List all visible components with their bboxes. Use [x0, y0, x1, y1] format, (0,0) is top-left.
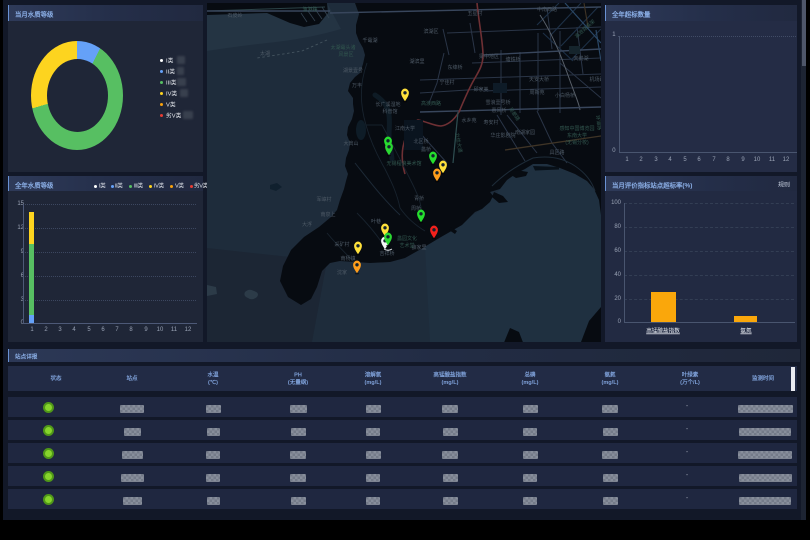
svg-text:高浪路高架: 高浪路高架	[573, 18, 596, 40]
svg-text:湖滨里: 湖滨里	[409, 58, 424, 65]
svg-text:惠风桥: 惠风桥	[491, 107, 506, 114]
svg-text:吉祥桥: 吉祥桥	[379, 250, 394, 257]
svg-text:邱家美: 邱家美	[473, 86, 488, 93]
svg-text:感知中国博览园: 感知中国博览园	[559, 125, 594, 132]
svg-text:天安大桥: 天安大桥	[529, 76, 549, 83]
svg-text:塘铁桥: 塘铁桥	[505, 56, 520, 63]
svg-text:渔港路: 渔港路	[302, 6, 317, 13]
svg-text:宁佳村: 宁佳村	[439, 79, 454, 86]
svg-text:南杨镇: 南杨镇	[340, 255, 355, 262]
svg-text:北区桥: 北区桥	[413, 138, 428, 145]
svg-text:江南大学: 江南大学	[395, 125, 415, 132]
svg-text:无锡程浪美术馆: 无锡程浪美术馆	[386, 160, 421, 167]
svg-text:环湖路: 环湖路	[594, 115, 601, 131]
svg-text:小白杨桥: 小白杨桥	[555, 92, 575, 99]
svg-text:(无锡分校): (无锡分校)	[565, 139, 589, 146]
svg-text:滨湖区: 滨湖区	[423, 28, 438, 35]
svg-text:立信大通: 立信大通	[453, 132, 463, 153]
svg-text:万丰: 万丰	[352, 82, 362, 89]
svg-text:东绛桥: 东绛桥	[447, 64, 462, 71]
svg-text:中南西路: 中南西路	[537, 6, 557, 13]
svg-text:蠡桥: 蠡桥	[421, 146, 431, 153]
svg-text:蠡园文化: 蠡园文化	[397, 235, 417, 242]
svg-text:军嶂村: 军嶂村	[316, 196, 331, 203]
svg-text:风景区: 风景区	[338, 51, 353, 58]
svg-text:吴都路: 吴都路	[507, 106, 521, 122]
svg-text:南泉上: 南泉上	[320, 211, 335, 218]
svg-text:华庄影剧院: 华庄影剧院	[490, 132, 515, 139]
svg-text:艺术堂: 艺术堂	[399, 242, 414, 249]
svg-text:五星村: 五星村	[467, 10, 482, 17]
svg-text:寿安村: 寿安村	[483, 119, 498, 126]
svg-text:叶巷: 叶巷	[371, 218, 381, 225]
svg-text:长广溪湿地: 长广溪湿地	[375, 101, 400, 108]
svg-text:石皮岭: 石皮岭	[227, 12, 242, 19]
svg-text:采矿村: 采矿村	[334, 241, 349, 248]
svg-text:南湖家园: 南湖家园	[515, 129, 535, 136]
svg-text:大箕山: 大箕山	[343, 140, 358, 147]
svg-text:水乡苑: 水乡苑	[461, 117, 476, 124]
svg-text:雪浪壹号桥: 雪浪壹号桥	[485, 99, 510, 106]
svg-text:周新苑: 周新苑	[529, 89, 544, 96]
svg-text:青桥: 青桥	[414, 195, 424, 202]
svg-text:千鼋湖: 千鼋湖	[362, 37, 377, 44]
svg-text:天鹅湖: 天鹅湖	[573, 55, 588, 62]
svg-text:机场路: 机场路	[589, 76, 601, 83]
svg-text:科普馆: 科普馆	[382, 108, 397, 115]
svg-text:沈家: 沈家	[337, 269, 347, 276]
svg-text:太湖: 太湖	[260, 50, 270, 57]
svg-text:东南大学: 东南大学	[567, 132, 587, 139]
svg-text:太湖鼋头渚: 太湖鼋头渚	[330, 44, 355, 51]
svg-text:大浮: 大浮	[302, 221, 312, 228]
svg-text:高浪西路: 高浪西路	[421, 100, 441, 107]
svg-text:湖景壹号: 湖景壹号	[343, 67, 363, 74]
svg-text:具区路: 具区路	[549, 149, 564, 156]
svg-text:梁中地区: 梁中地区	[479, 53, 499, 60]
